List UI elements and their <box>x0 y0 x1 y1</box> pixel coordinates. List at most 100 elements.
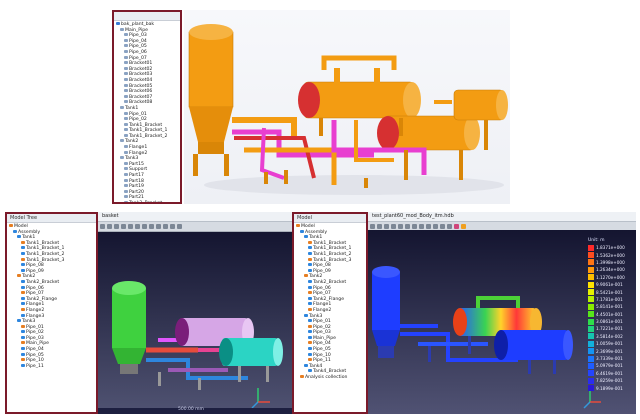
legend-value: 6.4619e-001 <box>596 370 623 376</box>
fit-icon[interactable] <box>121 224 126 229</box>
probe-icon[interactable] <box>447 224 452 229</box>
legend-swatch <box>588 333 594 340</box>
tree-node-icon <box>308 291 312 295</box>
tree-node-icon <box>21 324 25 328</box>
legend-swatch <box>588 274 594 281</box>
left-colored-plant-model[interactable] <box>98 232 292 408</box>
left-viewport-window: basket 500.00 mm <box>98 212 292 414</box>
legend-row: 1.1270e+000 <box>588 274 634 281</box>
tree-node-icon <box>21 246 25 250</box>
rotate-icon[interactable] <box>370 224 375 229</box>
right-tree-header: Model <box>294 214 366 223</box>
legend-row: 1.2634e+000 <box>588 266 634 273</box>
tree-node-icon <box>21 330 25 334</box>
tree-node-label: Flange2 <box>129 150 148 156</box>
animation-icon[interactable] <box>454 224 459 229</box>
tree-node-icon <box>124 128 128 132</box>
legend-swatch <box>588 259 594 266</box>
legend-row: 4.4501e-001 <box>588 311 634 318</box>
tree-node-icon <box>124 33 128 37</box>
tree-node-label: Bracket03 <box>129 72 153 78</box>
left-tree-header: Model Tree <box>7 214 96 223</box>
view-top-icon[interactable] <box>405 224 410 229</box>
tree-node-label: Tank2_Flange <box>313 296 345 302</box>
tree-node-label: Pipe_01 <box>129 111 147 117</box>
legend-row: 1.0059e-001 <box>588 340 634 347</box>
tree-node-icon <box>21 347 25 351</box>
legend-value: 9.9061e-001 <box>596 282 623 288</box>
tree-node[interactable]: Tank3_Bracket <box>114 201 180 202</box>
top-orange-plant-model[interactable] <box>184 10 510 204</box>
select-icon[interactable] <box>170 224 175 229</box>
rotate-icon[interactable] <box>100 224 105 229</box>
tree-node-label: Tank3 <box>22 319 36 325</box>
zoom-icon[interactable] <box>114 224 119 229</box>
legend-row: 9.9061e-001 <box>588 281 634 288</box>
legend-value: 7.1781e-001 <box>596 296 623 302</box>
legend-value: 1.3998e+000 <box>596 259 625 265</box>
view-top-icon[interactable] <box>135 224 140 229</box>
view-side-icon[interactable] <box>142 224 147 229</box>
tree-node-icon <box>124 195 128 199</box>
tree-node[interactable]: Pipe_11 <box>7 363 96 370</box>
zoom-icon[interactable] <box>384 224 389 229</box>
view-front-icon[interactable] <box>398 224 403 229</box>
wireframe-icon[interactable] <box>433 224 438 229</box>
view-side-icon[interactable] <box>412 224 417 229</box>
right-viewport-tab[interactable]: test_plant60_mod_Body_itm.hdb <box>368 212 636 222</box>
tree-node-label: Model <box>301 224 315 229</box>
tree-node-icon <box>21 251 25 255</box>
contour-legend: Unit: m 1.8371e+000 1.5362e+000 1.3998e+00… <box>588 238 634 392</box>
pan-icon[interactable] <box>107 224 112 229</box>
legend-value: 3.5814e-002 <box>596 333 623 339</box>
tree-node-label: Tank1 <box>125 105 139 111</box>
tree-node-icon <box>308 335 312 339</box>
tree-node-icon <box>308 352 312 356</box>
tree-node-label: Pipe_09 <box>26 268 44 274</box>
view-front-icon[interactable] <box>128 224 133 229</box>
right-tree-list: Model Assembly Tank1 Tank1_Bracket Tank1_Bra… <box>294 223 366 381</box>
iso-view-icon[interactable] <box>419 224 424 229</box>
shading-icon[interactable] <box>156 224 161 229</box>
legend-swatch <box>588 281 594 288</box>
tree-node-icon <box>124 66 128 70</box>
tree-node-label: Tank2 <box>125 139 139 145</box>
legend-row: 7.1781e-001 <box>588 296 634 303</box>
tree-node-icon <box>120 27 124 31</box>
pan-icon[interactable] <box>377 224 382 229</box>
tree-node-label: Pipe_10 <box>26 358 44 364</box>
tree-node-icon <box>124 184 128 188</box>
result-icon[interactable] <box>461 224 466 229</box>
legend-swatch <box>588 355 594 362</box>
tree-node-icon <box>21 263 25 267</box>
measure-icon[interactable] <box>177 224 182 229</box>
tree-node-icon <box>300 375 304 379</box>
tree-node-icon <box>308 341 312 345</box>
contour-icon[interactable] <box>440 224 445 229</box>
top-model-tree-panel: bak_plant_bak Main_Pipe Pipe_03 Pipe_04 Pipe… <box>112 10 182 204</box>
tree-node-label: Pipe_01 <box>26 324 44 330</box>
legend-value: 1.0059e-001 <box>596 341 623 347</box>
legend-row: 5.0979e-001 <box>588 362 634 369</box>
tree-node-label: Pipe_04 <box>26 347 44 353</box>
legend-value: 1.5362e+000 <box>596 252 625 258</box>
wireframe-icon[interactable] <box>163 224 168 229</box>
tree-node-label: Tank3 <box>125 156 139 162</box>
tree-node-icon <box>124 201 128 202</box>
left-viewport-tab[interactable]: basket <box>98 212 292 222</box>
tree-node-label: Pipe_11 <box>26 363 44 369</box>
shading-icon[interactable] <box>426 224 431 229</box>
tree-node-icon <box>124 83 128 87</box>
top-3d-viewport[interactable] <box>184 10 510 204</box>
tree-node-icon <box>17 274 21 278</box>
tree-node-icon <box>21 358 25 362</box>
tree-node-icon <box>21 313 25 317</box>
tree-node-icon <box>21 302 25 306</box>
fit-icon[interactable] <box>391 224 396 229</box>
iso-view-icon[interactable] <box>149 224 154 229</box>
tree-node-label: Pipe_05 <box>313 347 331 353</box>
tree-node-label: Flange2 <box>313 307 332 313</box>
tree-node-icon <box>124 111 128 115</box>
tree-node[interactable]: Analysis collection <box>294 375 366 381</box>
tree-node-icon <box>296 224 300 227</box>
